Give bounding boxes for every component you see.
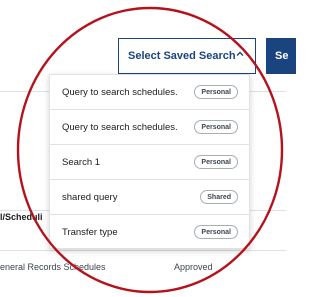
table-cell-schedule: eneral Records Schedules	[0, 262, 106, 272]
search-button-label: Se	[275, 50, 289, 62]
search-button[interactable]: Se	[266, 38, 296, 74]
saved-search-item[interactable]: Transfer type Personal	[50, 215, 249, 250]
saved-search-dropdown: Query to search schedules. Personal Quer…	[49, 74, 250, 249]
saved-search-item-label: Query to search schedules.	[62, 86, 178, 98]
personal-badge: Personal	[194, 155, 238, 169]
shared-badge: Shared	[200, 190, 238, 204]
saved-search-item[interactable]: Query to search schedules. Personal	[50, 75, 249, 110]
saved-search-item[interactable]: Search 1 Personal	[50, 145, 249, 180]
table-row-divider	[0, 250, 286, 251]
personal-badge: Personal	[194, 225, 238, 239]
chevron-up-icon	[236, 51, 244, 56]
saved-search-item-label: Query to search schedules.	[62, 121, 178, 133]
personal-badge: Personal	[194, 85, 238, 99]
personal-badge: Personal	[194, 120, 238, 134]
saved-search-item[interactable]: Query to search schedules. Personal	[50, 110, 249, 145]
saved-search-item-label: Search 1	[62, 156, 101, 168]
select-saved-search-button[interactable]: Select Saved Search	[118, 38, 256, 74]
table-cell-status: Approved	[174, 262, 213, 272]
saved-search-item-label: Transfer type	[62, 227, 118, 238]
saved-search-item[interactable]: shared query Shared	[50, 180, 249, 215]
saved-search-item-label: shared query	[62, 191, 118, 203]
table-header-cell: l/Scheduli	[0, 212, 43, 222]
select-saved-search-label: Select Saved Search	[128, 50, 236, 62]
